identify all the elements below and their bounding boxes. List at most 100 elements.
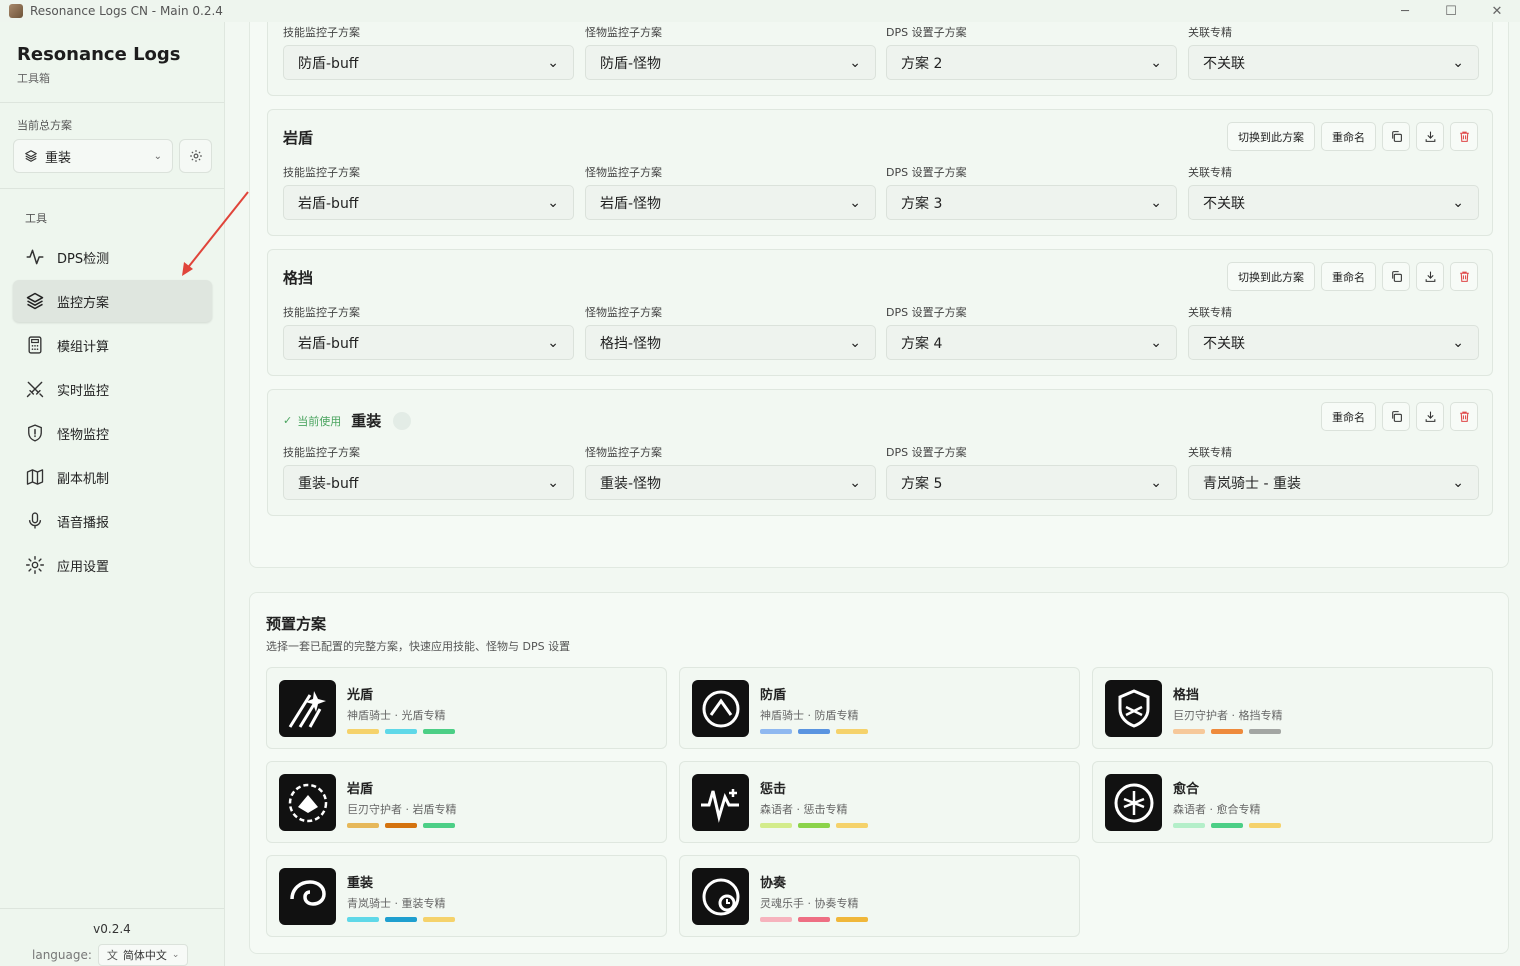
skill-select-value: 岩盾-buff	[298, 195, 359, 212]
brand-name: Resonance Logs	[17, 44, 181, 65]
dps-select[interactable]: 方案 4 ⌄	[886, 325, 1177, 360]
spec-select-value: 不关联	[1203, 195, 1245, 212]
preset-card[interactable]: 愈合 森语者 · 愈合专精	[1092, 761, 1493, 843]
preset-card[interactable]: 重装 青岚骑士 · 重装专精	[266, 855, 667, 937]
sidebar-item-label: 应用设置	[57, 559, 110, 575]
dps-select[interactable]: 方案 3 ⌄	[886, 185, 1177, 220]
current-plan-select[interactable]: 重装 ⌄	[13, 139, 173, 173]
skill-select-value: 岩盾-buff	[298, 335, 359, 352]
color-bar	[1173, 729, 1205, 734]
spec-select[interactable]: 青岚骑士 - 重装 ⌄	[1188, 465, 1479, 500]
skill-select-value: 重装-buff	[298, 475, 359, 492]
monster-field-label: 怪物监控子方案	[585, 26, 662, 39]
chevron-down-icon: ⌄	[849, 194, 861, 211]
color-bar	[798, 917, 830, 922]
trash-icon	[1459, 271, 1469, 282]
sidebar-item-label: DPS检测	[57, 251, 110, 267]
shield-icon	[28, 424, 42, 442]
preset-card[interactable]: 防盾 神盾骑士 · 防盾专精	[679, 667, 1080, 749]
skill-select-value: 防盾-buff	[298, 55, 359, 72]
sidebar-item-module-calc[interactable]: 模组计算	[13, 324, 212, 366]
plan-title: 重装	[351, 412, 382, 430]
presets-panel: 预置方案 选择一套已配置的完整方案，快速应用技能、怪物与 DPS 设置 光盾 神盾…	[249, 592, 1509, 954]
skill-select[interactable]: 岩盾-buff ⌄	[283, 325, 574, 360]
skill-select[interactable]: 岩盾-buff ⌄	[283, 185, 574, 220]
sidebar-item-realtime[interactable]: 实时监控	[13, 368, 212, 410]
delete-button[interactable]	[1450, 122, 1478, 151]
spec-select[interactable]: 不关联 ⌄	[1188, 185, 1479, 220]
preset-name: 重装	[347, 876, 374, 891]
language-select[interactable]: 文 简体中文 ⌄	[97, 944, 189, 966]
switch-plan-button[interactable]: 切换到此方案	[1227, 122, 1315, 151]
dps-select[interactable]: 方案 5 ⌄	[886, 465, 1177, 500]
skill-select[interactable]: 重装-buff ⌄	[283, 465, 574, 500]
monster-select[interactable]: 岩盾-怪物 ⌄	[585, 185, 876, 220]
sidebar-item-monster[interactable]: 怪物监控	[13, 412, 212, 454]
switch-plan-button[interactable]: 切换到此方案	[1227, 262, 1315, 291]
sidebar-item-settings[interactable]: 应用设置	[13, 544, 212, 586]
skill-field-label: 技能监控子方案	[283, 446, 360, 459]
chevron-down-icon: ⌄	[547, 194, 559, 211]
color-bar	[385, 823, 417, 828]
preset-description: 神盾骑士 · 光盾专精	[347, 709, 446, 722]
dps-select-value: 方案 2	[901, 55, 943, 72]
sidebar-item-dungeon[interactable]: 副本机制	[13, 456, 212, 498]
dps-select[interactable]: 方案 2 ⌄	[886, 45, 1177, 80]
plan-title: 岩盾	[283, 129, 314, 147]
spec-emblem-icon	[692, 774, 749, 831]
plan-card: 岩盾 切换到此方案 重命名 技能监控子方案 怪物监控子方案 DPS 设置子方案 …	[267, 109, 1493, 236]
monster-select-value: 岩盾-怪物	[600, 195, 662, 212]
chevron-down-icon: ⌄	[153, 150, 162, 162]
gear-icon	[189, 150, 202, 162]
spec-emblem-icon	[692, 868, 749, 925]
crossed-swords-icon	[26, 381, 44, 398]
spec-avatar	[393, 411, 412, 430]
delete-button[interactable]	[1450, 402, 1478, 431]
current-plan-value: 重装	[45, 150, 72, 166]
rename-button[interactable]: 重命名	[1321, 402, 1376, 431]
current-plan-label: 当前总方案	[17, 119, 72, 132]
dps-select-value: 方案 3	[901, 195, 943, 212]
spec-field-label: 关联专精	[1188, 446, 1232, 459]
duplicate-button[interactable]	[1382, 402, 1410, 431]
plan-settings-button[interactable]	[179, 139, 212, 173]
rename-button[interactable]: 重命名	[1321, 262, 1376, 291]
sidebar-item-label: 监控方案	[57, 295, 110, 311]
language-row: language: 文 简体中文 ⌄	[32, 944, 189, 966]
monster-select[interactable]: 防盾-怪物 ⌄	[585, 45, 876, 80]
spec-select[interactable]: 不关联 ⌄	[1188, 45, 1479, 80]
chevron-down-icon: ⌄	[1150, 54, 1162, 71]
chevron-down-icon: ⌄	[1452, 54, 1464, 71]
download-icon	[1425, 131, 1435, 142]
spec-select[interactable]: 不关联 ⌄	[1188, 325, 1479, 360]
spec-emblem-icon	[279, 680, 336, 737]
color-bar	[385, 729, 417, 734]
skill-select[interactable]: 防盾-buff ⌄	[283, 45, 574, 80]
minimize-button[interactable]: ─	[1382, 0, 1428, 22]
preset-card[interactable]: 光盾 神盾骑士 · 光盾专精	[266, 667, 667, 749]
preset-description: 巨刃守护者 · 格挡专精	[1173, 709, 1283, 722]
monster-select[interactable]: 重装-怪物 ⌄	[585, 465, 876, 500]
rename-button[interactable]: 重命名	[1321, 122, 1376, 151]
close-button[interactable]: ✕	[1474, 0, 1520, 22]
preset-name: 格挡	[1173, 688, 1200, 703]
skill-field-label: 技能监控子方案	[283, 306, 360, 319]
duplicate-button[interactable]	[1382, 122, 1410, 151]
maximize-button[interactable]: ☐	[1428, 0, 1474, 22]
dps-field-label: DPS 设置子方案	[886, 306, 967, 319]
color-bar	[1211, 729, 1243, 734]
monster-select-value: 防盾-怪物	[600, 55, 662, 72]
delete-button[interactable]	[1450, 262, 1478, 291]
preset-card[interactable]: 协奏 灵魂乐手 · 协奏专精	[679, 855, 1080, 937]
preset-card[interactable]: 岩盾 巨刃守护者 · 岩盾专精	[266, 761, 667, 843]
preset-card[interactable]: 格挡巨刃守护者 · 格挡专精	[1092, 667, 1493, 749]
monster-select[interactable]: 格挡-怪物 ⌄	[585, 325, 876, 360]
export-button[interactable]	[1416, 262, 1444, 291]
export-button[interactable]	[1416, 122, 1444, 151]
duplicate-button[interactable]	[1382, 262, 1410, 291]
sidebar-item-voice[interactable]: 语音播报	[13, 500, 212, 542]
preset-card[interactable]: 惩击 森语者 · 惩击专精	[679, 761, 1080, 843]
sidebar-item-monitor-plans[interactable]: 监控方案	[13, 280, 212, 322]
export-button[interactable]	[1416, 402, 1444, 431]
sidebar: Resonance Logs 工具箱 当前总方案 重装 ⌄ 工具 DPS检测 监…	[0, 22, 225, 966]
